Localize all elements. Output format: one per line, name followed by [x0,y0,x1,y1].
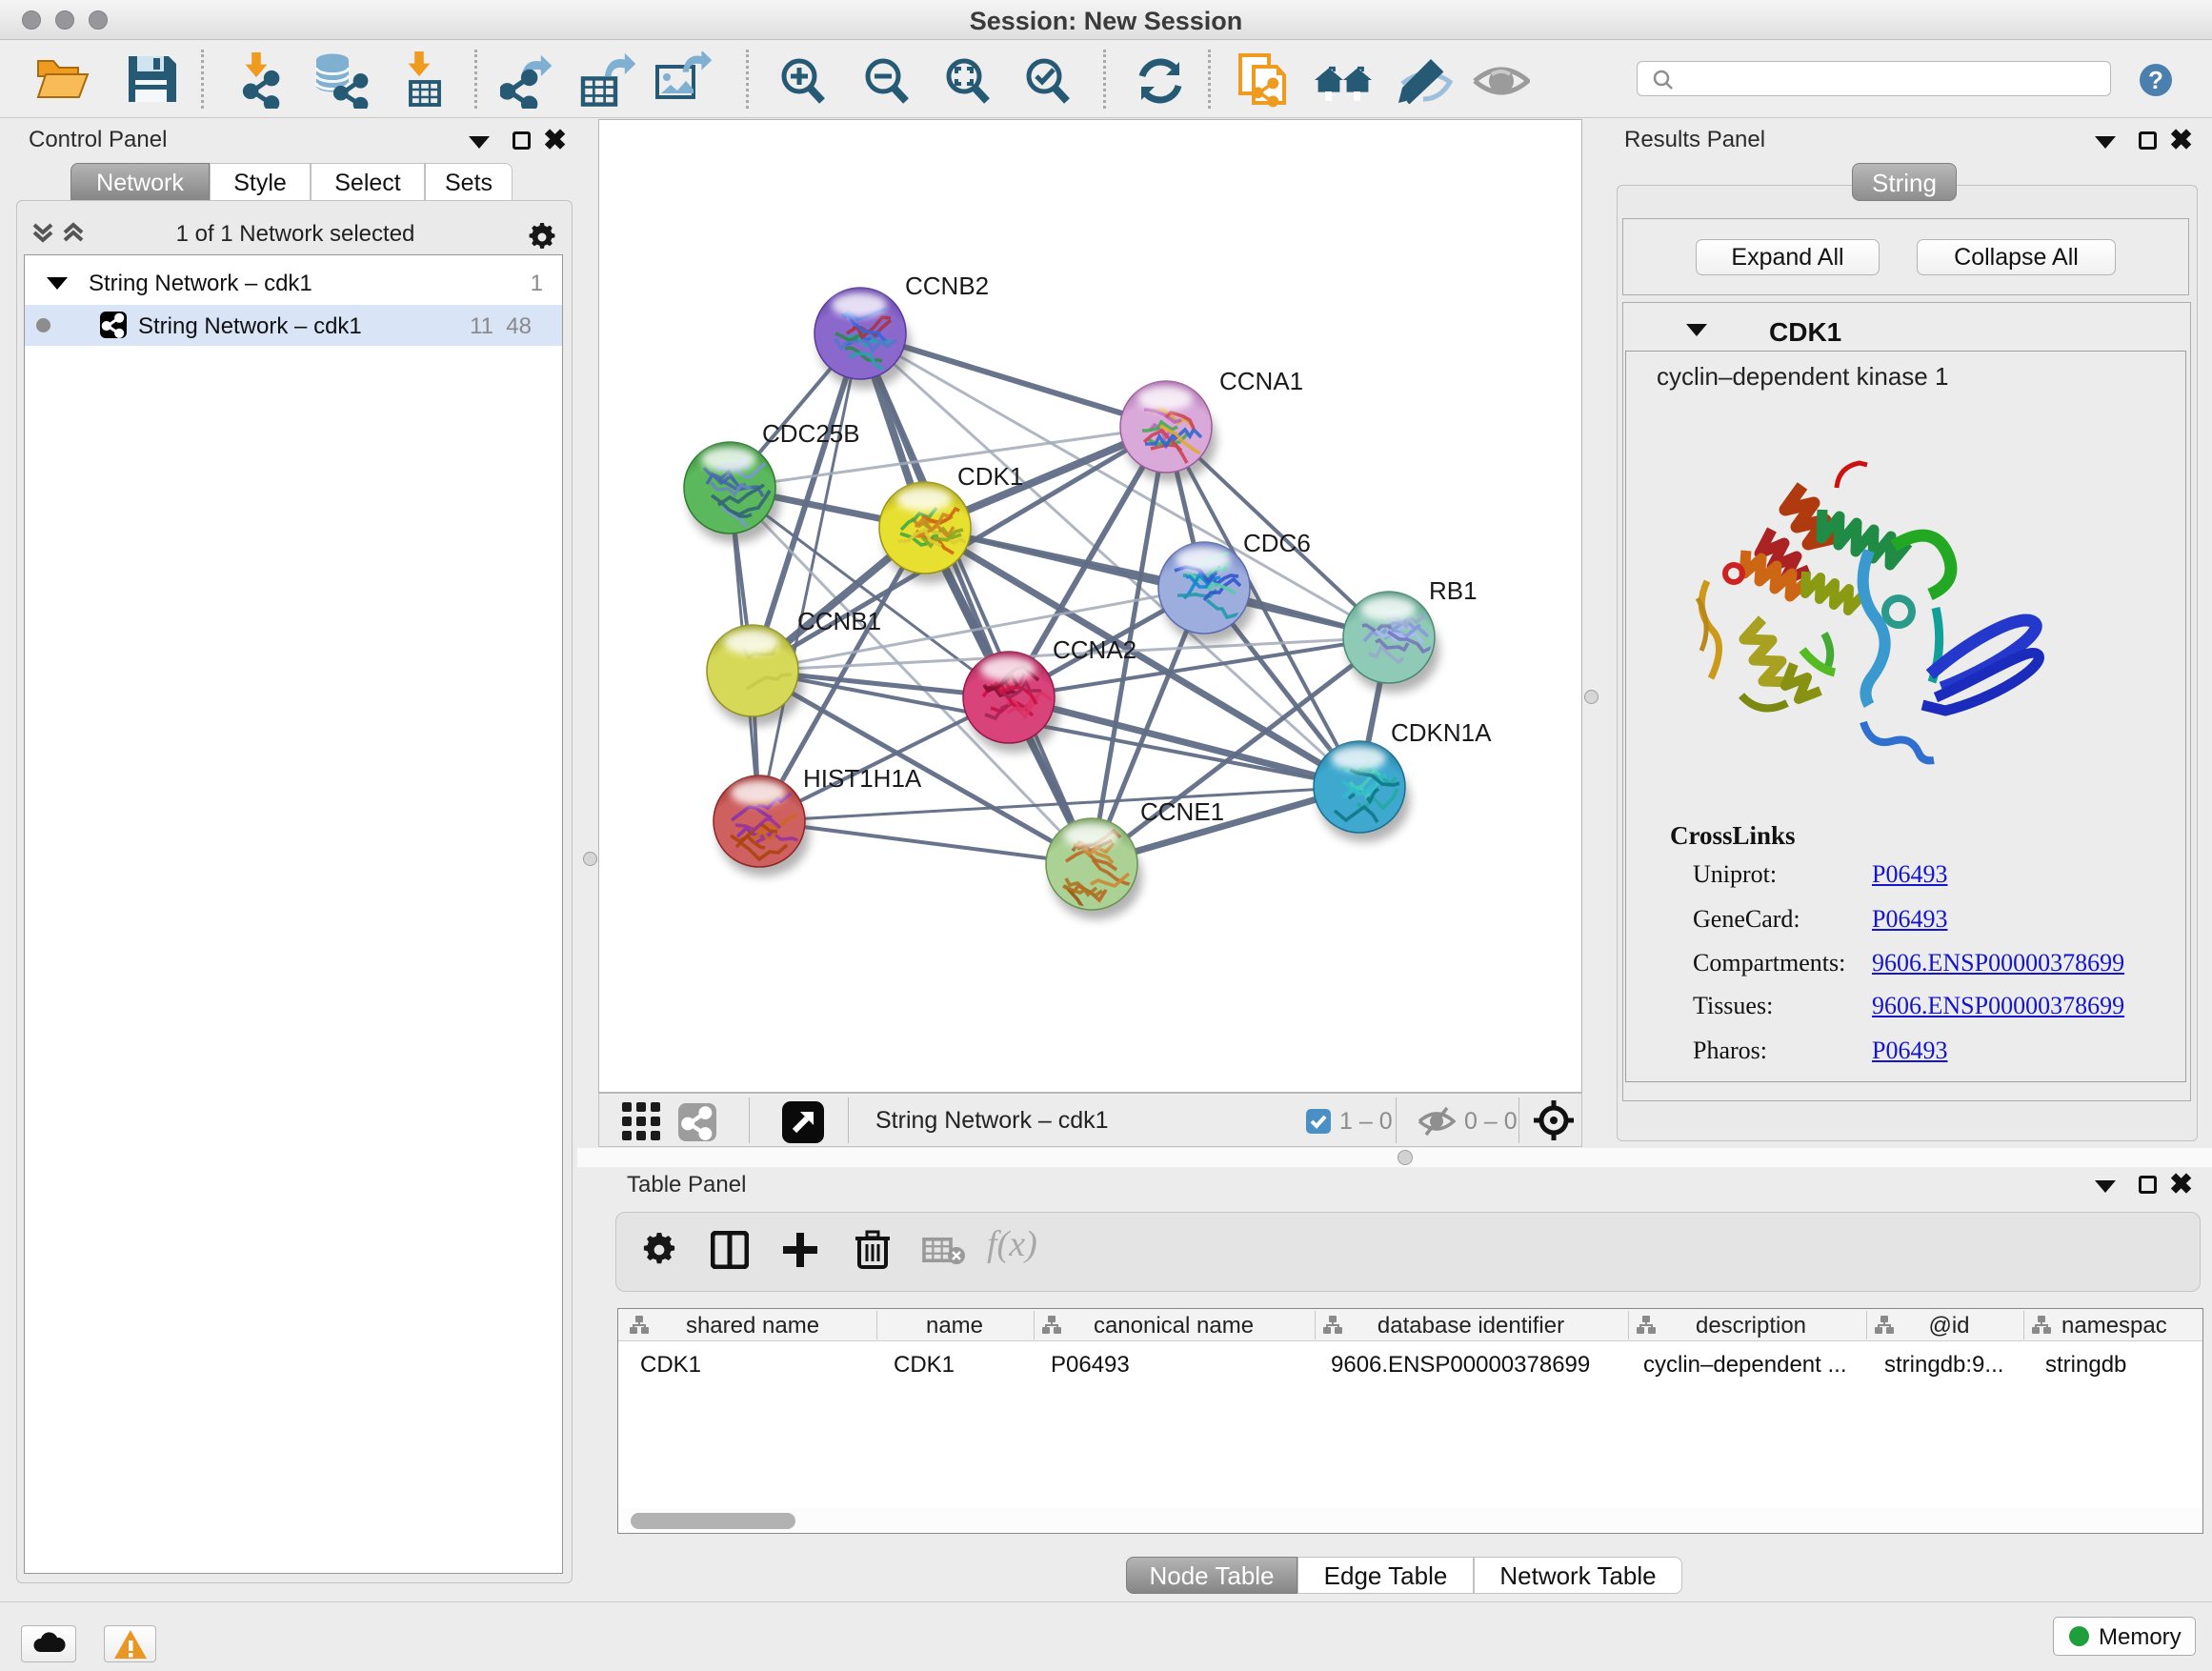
svg-text:CDC6: CDC6 [1243,529,1311,557]
svg-text:CCNB2: CCNB2 [905,272,989,300]
svg-text:RB1: RB1 [1429,576,1478,605]
svg-text:CDK1: CDK1 [957,462,1023,491]
svg-text:CDC25B: CDC25B [762,419,860,448]
svg-text:HIST1H1A: HIST1H1A [803,764,922,793]
svg-text:CCNB1: CCNB1 [797,607,881,635]
svg-text:CDKN1A: CDKN1A [1391,718,1492,747]
svg-text:CCNE1: CCNE1 [1140,797,1224,826]
svg-text:CCNA2: CCNA2 [1053,635,1136,664]
svg-text:CCNA1: CCNA1 [1219,367,1303,395]
